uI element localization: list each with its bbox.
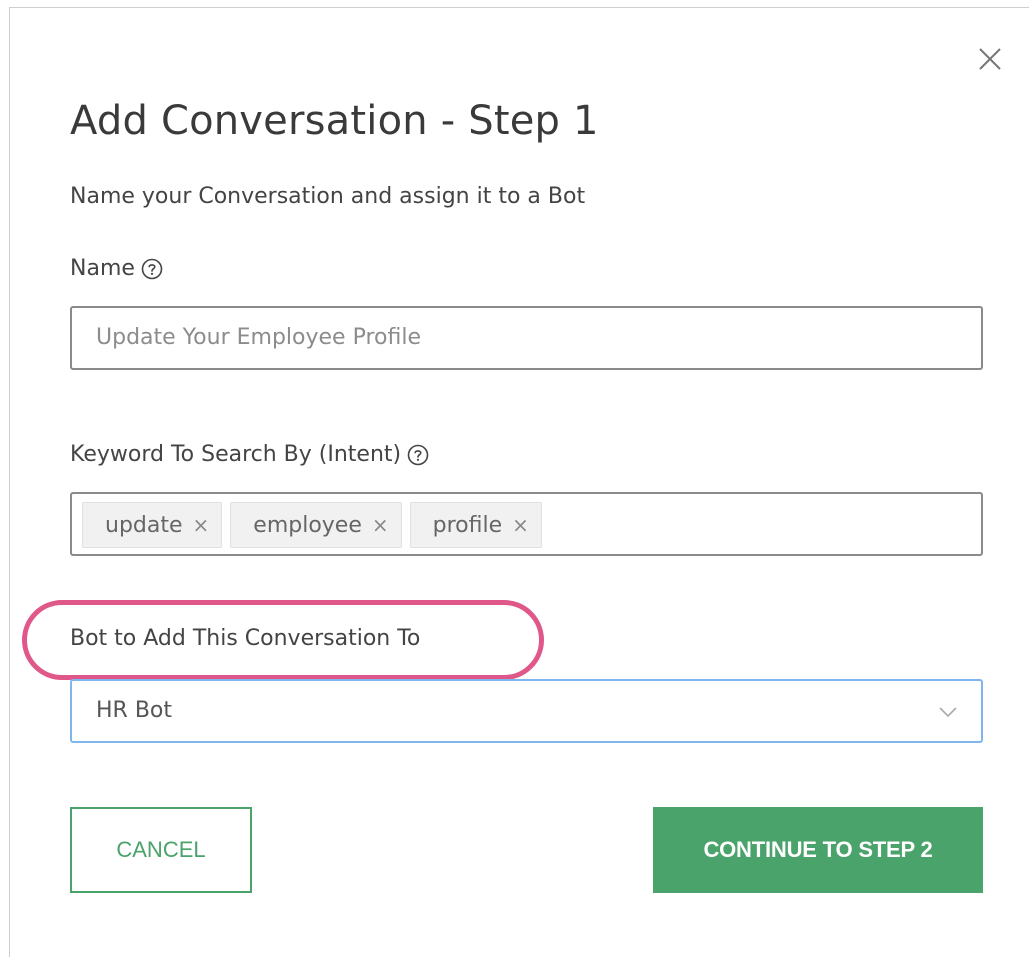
remove-tag-icon[interactable]: × [512, 515, 529, 535]
remove-tag-icon[interactable]: × [193, 515, 210, 535]
cancel-button[interactable]: CANCEL [70, 807, 252, 893]
close-button[interactable] [975, 44, 1005, 74]
name-label: Name [70, 256, 135, 281]
remove-tag-icon[interactable]: × [372, 515, 389, 535]
keyword-label-row: Keyword To Search By (Intent) [70, 442, 429, 467]
modal-subtitle: Name your Conversation and assign it to … [70, 184, 586, 209]
close-icon [979, 48, 1001, 70]
bot-label: Bot to Add This Conversation To [70, 626, 421, 651]
help-circle-icon[interactable] [141, 258, 163, 280]
keyword-tag-input[interactable]: update × employee × profile × [70, 492, 983, 556]
keyword-tag-label: employee [253, 512, 362, 538]
keyword-tag: employee × [230, 502, 402, 548]
chevron-down-icon [937, 701, 959, 723]
bot-select-value: HR Bot [96, 698, 173, 723]
name-input[interactable]: Update Your Employee Profile [70, 306, 983, 370]
keyword-tag: profile × [409, 502, 542, 548]
keyword-tag-label: update [105, 512, 183, 538]
name-label-row: Name [70, 256, 163, 281]
bot-label-row: Bot to Add This Conversation To [70, 626, 420, 651]
name-input-placeholder: Update Your Employee Profile [96, 325, 421, 350]
continue-to-step-2-button[interactable]: CONTINUE TO STEP 2 [653, 807, 983, 893]
keyword-tag-label: profile [432, 512, 503, 538]
keyword-label: Keyword To Search By (Intent) [70, 442, 402, 467]
modal-title: Add Conversation - Step 1 [70, 98, 599, 144]
help-circle-icon[interactable] [407, 444, 429, 466]
keyword-tag: update × [82, 502, 223, 548]
keyword-tags: update × employee × profile × [82, 502, 542, 548]
bot-select[interactable]: HR Bot [70, 679, 983, 743]
